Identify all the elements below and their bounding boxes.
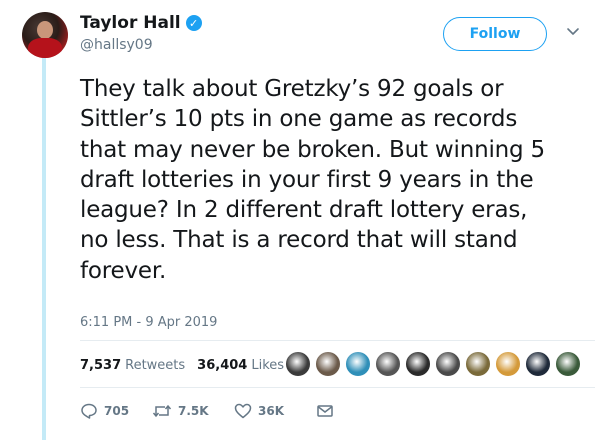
verified-badge-icon: ✓: [185, 15, 202, 31]
tweet-timestamp[interactable]: 6:11 PM - 9 Apr 2019: [80, 315, 217, 330]
like-button[interactable]: 36K: [234, 402, 316, 420]
liker-avatar[interactable]: [435, 351, 461, 377]
user-handle[interactable]: @hallsy09: [80, 37, 153, 53]
tweet-line: no less. That is a record that will stan…: [80, 227, 518, 254]
tweet-line: league? In 2 different draft lottery era…: [80, 197, 528, 224]
like-count: 36K: [258, 404, 284, 418]
thread-line: [42, 58, 46, 440]
tweet-line: draft lotteries in your first 9 years in…: [80, 166, 534, 193]
divider: [80, 340, 595, 341]
retweet-count: 7.5K: [178, 404, 209, 418]
avatar-jersey: [28, 38, 62, 58]
divider: [80, 387, 595, 388]
follow-button[interactable]: Follow: [443, 17, 547, 51]
liker-avatar[interactable]: [495, 351, 521, 377]
reply-count: 705: [104, 404, 130, 418]
reply-icon: [81, 403, 97, 419]
liker-avatar[interactable]: [315, 351, 341, 377]
liker-avatar[interactable]: [465, 351, 491, 377]
tweet-line: that may never be broken. But winning 5: [80, 136, 545, 163]
tweet-actions: 705 7.5K 36K: [80, 402, 340, 420]
display-name[interactable]: Taylor Hall: [80, 13, 181, 33]
envelope-icon: [317, 405, 333, 417]
likes-count[interactable]: 36,404: [197, 358, 247, 373]
retweet-button[interactable]: 7.5K: [152, 402, 234, 420]
tweet-text: They talk about Gretzky’s 92 goals or Si…: [80, 74, 580, 286]
avatar[interactable]: [22, 12, 68, 58]
liker-avatar[interactable]: [285, 351, 311, 377]
avatar-face: [37, 21, 53, 39]
liker-avatar[interactable]: [345, 351, 371, 377]
likers-avatars: [285, 351, 585, 377]
retweets-count[interactable]: 7,537: [80, 358, 121, 373]
name-row: Taylor Hall ✓: [80, 13, 202, 33]
reply-button[interactable]: 705: [80, 402, 152, 420]
retweet-icon: [152, 404, 172, 418]
tweet-line: forever.: [80, 257, 167, 284]
liker-avatar[interactable]: [405, 351, 431, 377]
tweet-stats: 7,537 Retweets 36,404 Likes: [80, 358, 284, 373]
tweet-line: They talk about Gretzky’s 92 goals or: [80, 76, 504, 102]
heart-icon: [234, 403, 252, 419]
tweet-line: Sittler’s 10 pts in one game as records: [80, 106, 518, 133]
chevron-down-icon[interactable]: [566, 24, 580, 38]
likes-label[interactable]: Likes: [251, 358, 284, 373]
retweets-label[interactable]: Retweets: [125, 358, 185, 373]
liker-avatar[interactable]: [375, 351, 401, 377]
message-button[interactable]: [316, 403, 340, 419]
liker-avatar[interactable]: [525, 351, 551, 377]
liker-avatar[interactable]: [555, 351, 581, 377]
